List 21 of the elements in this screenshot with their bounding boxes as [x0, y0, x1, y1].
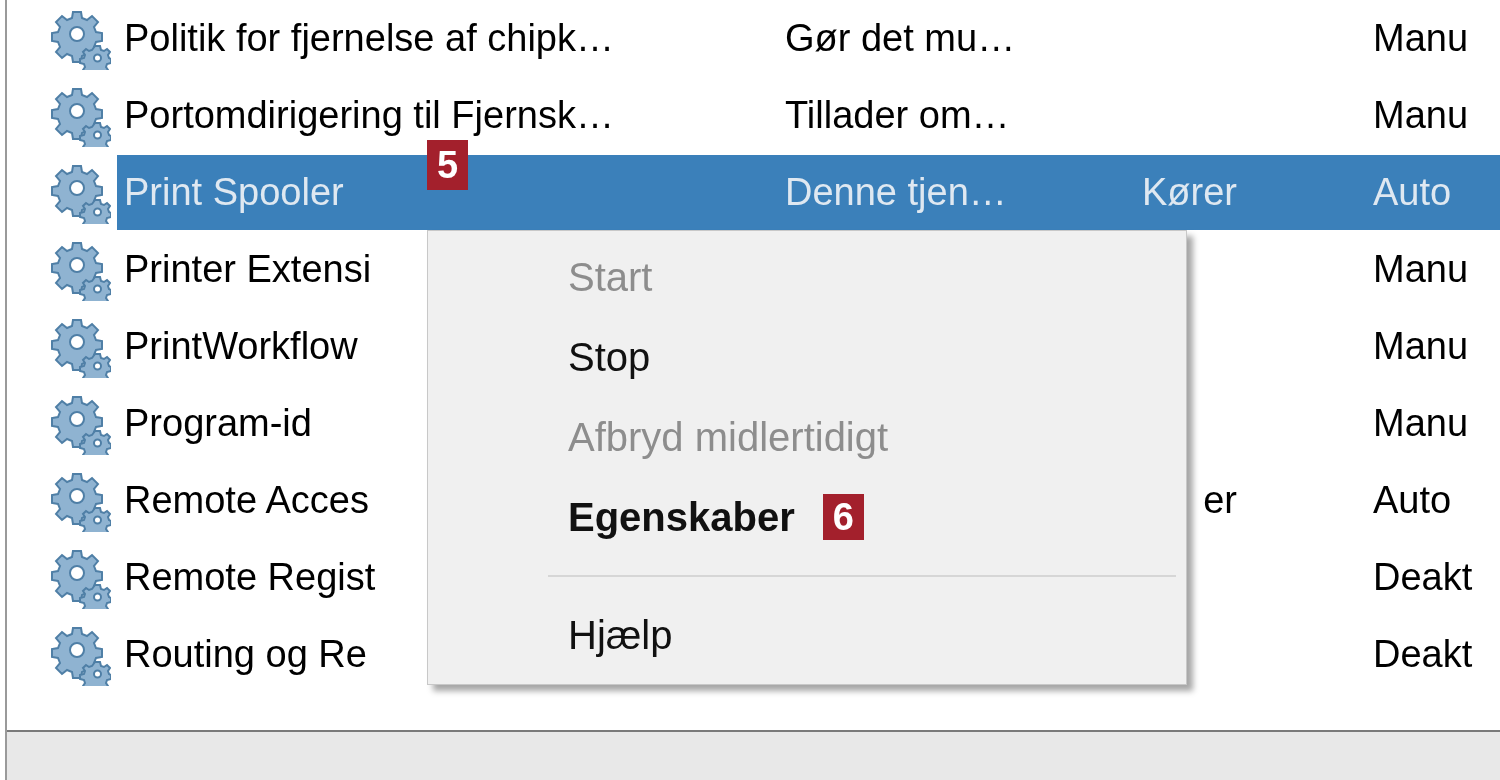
service-name: Politik for fjernelse af chipk… — [124, 16, 614, 61]
service-name: Portomdirigering til Fjernsk… — [124, 93, 614, 138]
menu-item[interactable]: Stop — [568, 327, 651, 387]
service-status: er — [1203, 478, 1237, 523]
service-name: Print Spooler — [124, 170, 344, 215]
service-startup-type: Deakt — [1373, 555, 1473, 600]
service-row[interactable]: Politik for fjernelse af chipk… Gør det mu… Manu — [117, 1, 1500, 76]
service-startup-type: Manu — [1373, 93, 1469, 138]
service-description: Tillader om… — [785, 94, 1010, 136]
service-startup-type: Auto — [1373, 170, 1452, 215]
callout-badge: 5 — [427, 140, 469, 190]
service-startup-type: Manu — [1373, 16, 1469, 61]
service-description: Gør det mu… — [785, 17, 1016, 59]
menu-item[interactable]: Hjælp — [568, 605, 673, 665]
service-startup-type: Auto — [1373, 478, 1452, 523]
menu-item[interactable]: Egenskaber — [568, 487, 795, 547]
service-status: Kører — [1142, 170, 1237, 215]
horizontal-scrollbar[interactable] — [7, 730, 1500, 780]
service-description: Denne tjen… — [785, 171, 1007, 213]
callout-badge: 6 — [822, 494, 864, 540]
service-name: Remote Regist — [124, 555, 376, 600]
